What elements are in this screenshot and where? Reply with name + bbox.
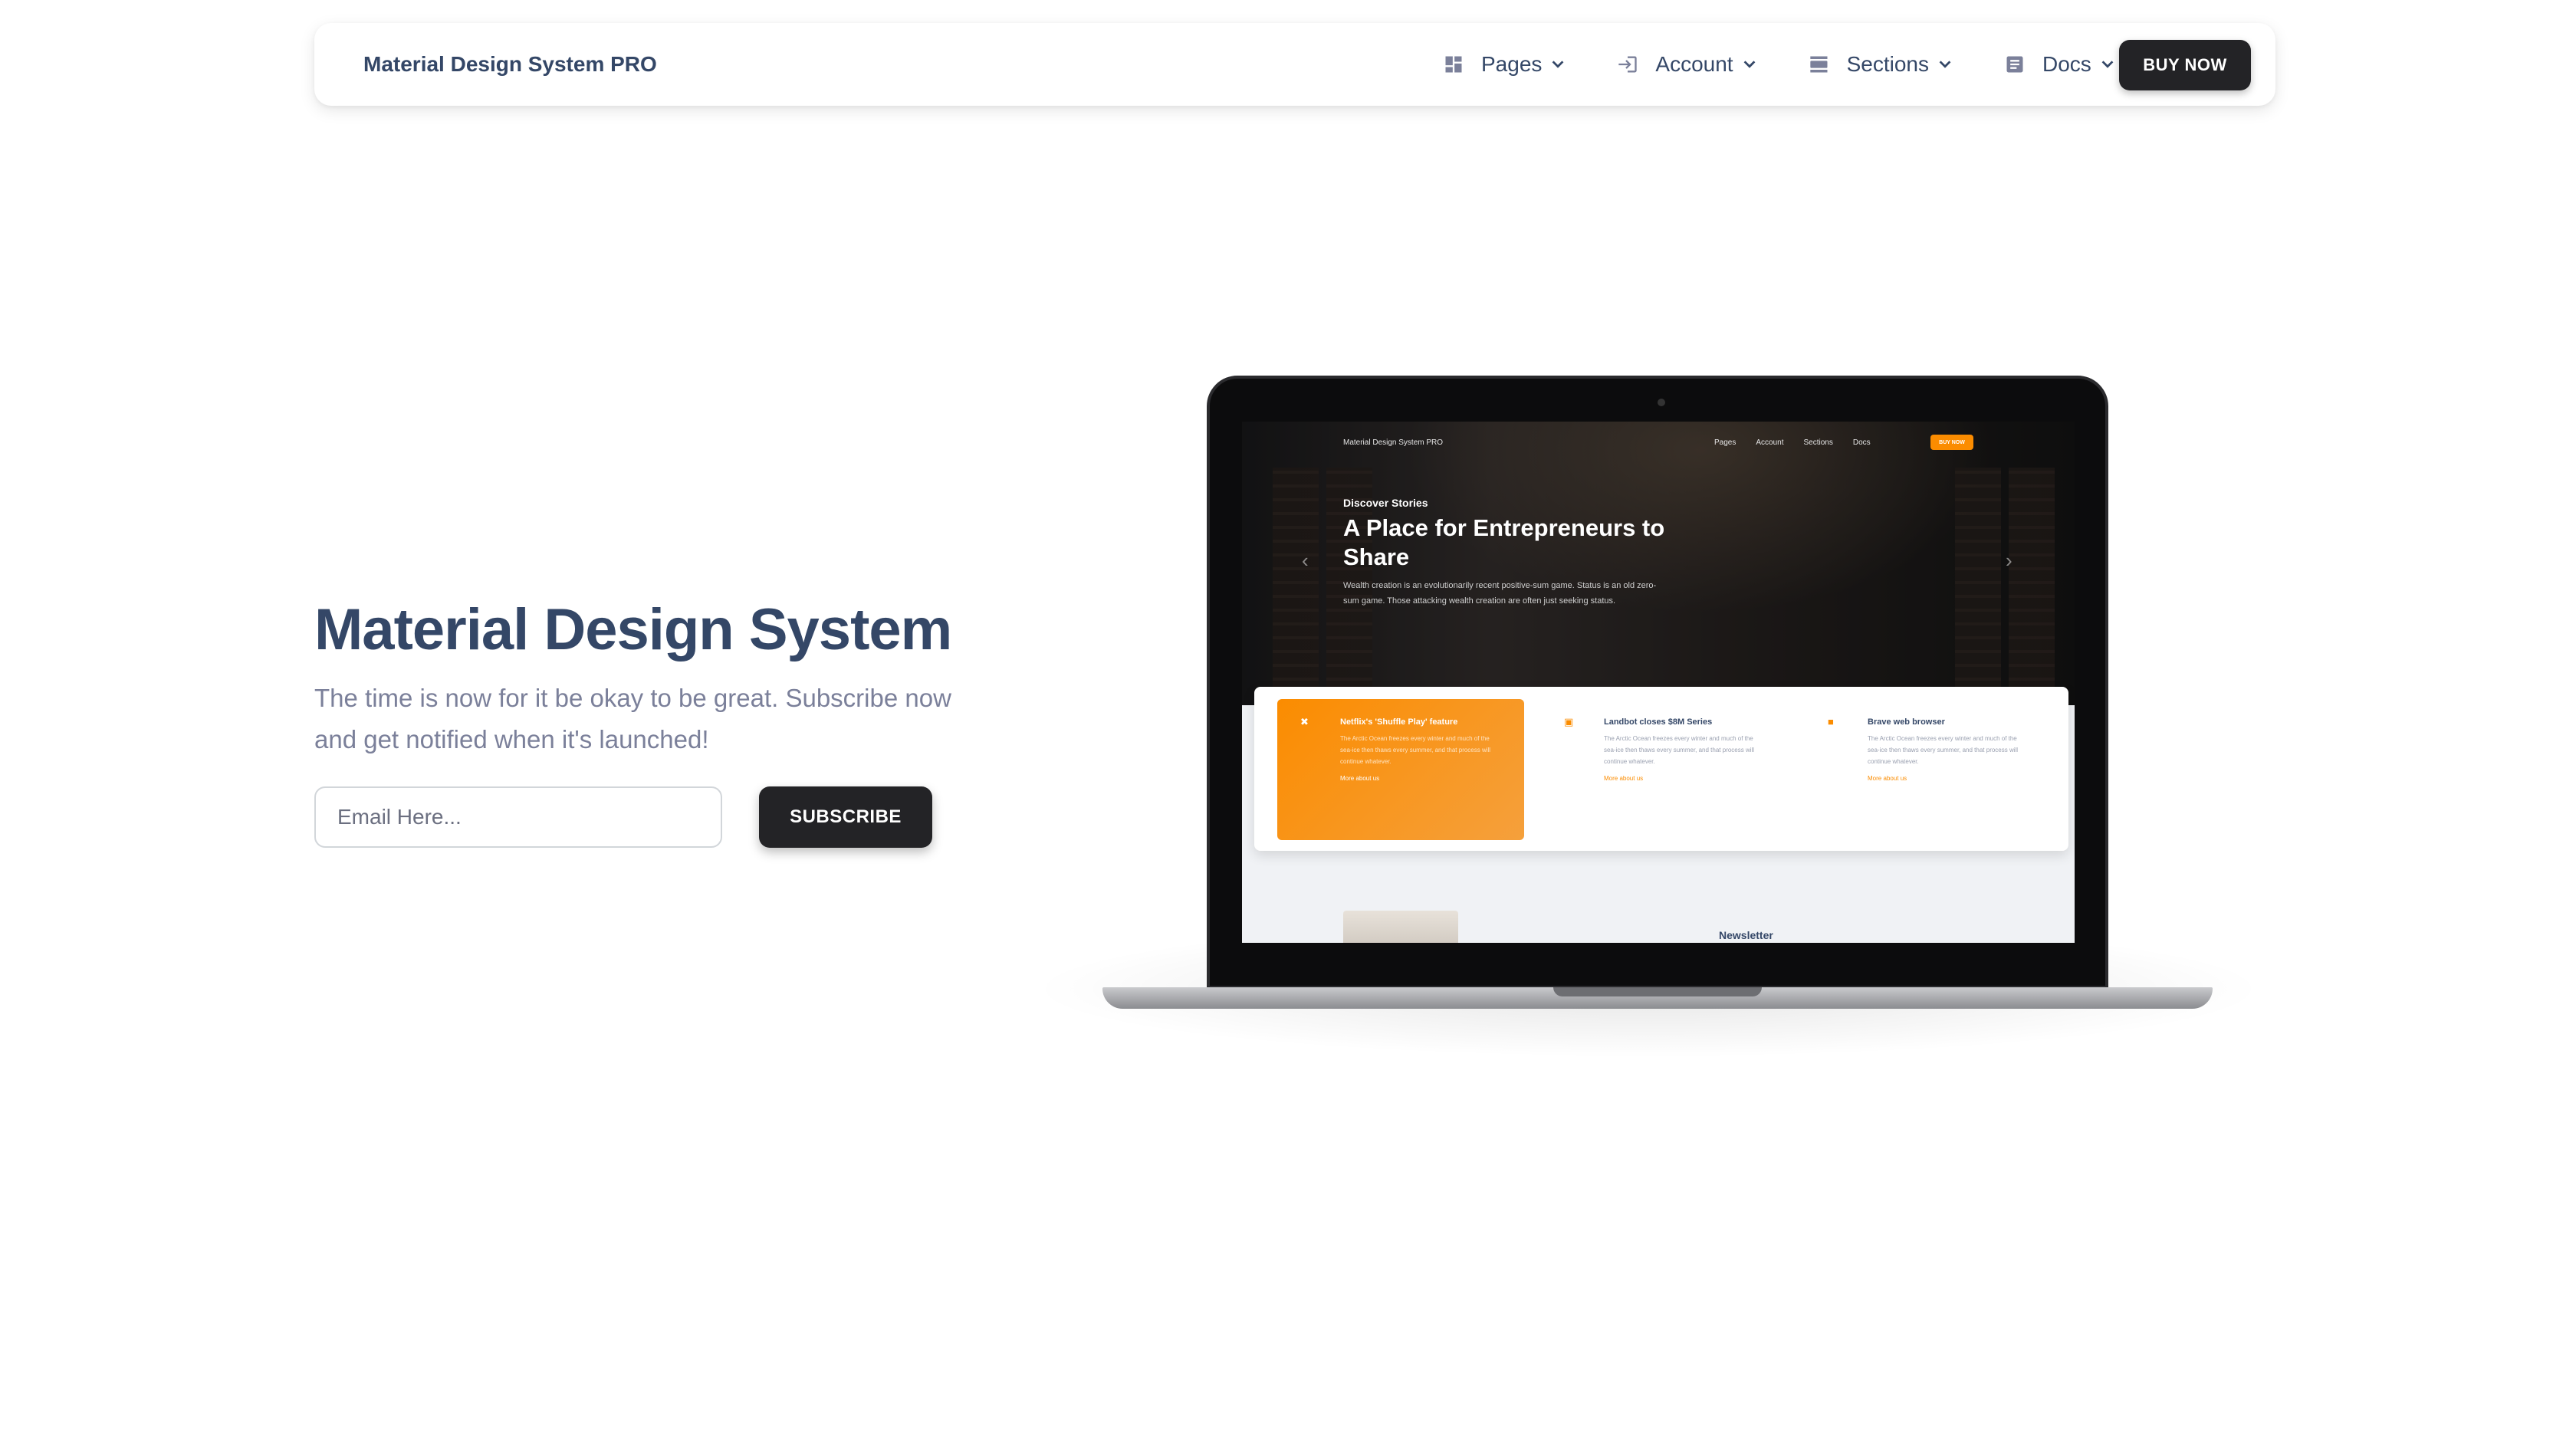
nav-item-pages[interactable]: Pages (1441, 52, 1566, 77)
preview-title: A Place for Entrepreneurs to Share (1343, 514, 1665, 570)
preview-link: Pages (1714, 438, 1737, 447)
laptop-mockup: Material Design System PRO Pages Account… (1207, 376, 2108, 989)
dashboard-grid-icon (1441, 52, 1466, 77)
chevron-right-icon: › (2006, 549, 2013, 572)
chevron-down-icon (1552, 61, 1564, 68)
brand-logo[interactable]: Material Design System PRO (363, 52, 657, 77)
subscribe-button[interactable]: SUBSCRIBE (759, 786, 932, 848)
view-day-icon (1807, 52, 1832, 77)
laptop-screen: Material Design System PRO Pages Account… (1242, 422, 2075, 943)
nav-item-sections[interactable]: Sections (1807, 52, 1953, 77)
article-icon (2003, 52, 2027, 77)
browser-icon: ■ (1828, 716, 1834, 727)
preview-hero-image: Material Design System PRO Pages Account… (1242, 422, 2075, 705)
preview-link: Sections (1803, 438, 1833, 447)
hero-title: Material Design System (314, 597, 952, 662)
nav-item-account[interactable]: Account (1615, 52, 1757, 77)
nav-item-label: Pages (1481, 52, 1543, 76)
chevron-down-icon (2101, 61, 2114, 68)
shuffle-icon: ✖ (1300, 716, 1309, 727)
card-text: The Arctic Ocean freezes every winter an… (1340, 735, 1491, 765)
preview-thumbnail (1343, 911, 1458, 943)
card-link: More about us (1604, 775, 1644, 782)
chevron-left-icon: ‹ (1302, 549, 1309, 572)
preview-eyebrow: Discover Stories (1343, 497, 1428, 509)
nav-item-docs[interactable]: Docs (2003, 52, 2116, 77)
preview-description: Wealth creation is an evolutionarily rec… (1343, 581, 1657, 606)
nav-item-label: Account (1655, 52, 1733, 76)
preview-link: Account (1756, 438, 1784, 447)
preview-links: Pages Account Sections Docs (1714, 438, 1891, 447)
card-link: More about us (1868, 775, 1907, 782)
laptop-notch (1553, 987, 1762, 996)
camera-dot (1658, 399, 1665, 406)
chevron-down-icon (1939, 61, 1951, 68)
preview-card: ▣ Landbot closes $8M Series The Arctic O… (1541, 699, 1788, 840)
card-text: The Arctic Ocean freezes every winter an… (1604, 735, 1755, 765)
card-text: The Arctic Ocean freezes every winter an… (1868, 735, 2019, 765)
preview-cards: ✖ Netflix's 'Shuffle Play' feature The A… (1254, 687, 2068, 851)
preview-card: ✖ Netflix's 'Shuffle Play' feature The A… (1277, 699, 1524, 840)
nav-links: Pages Account Sections Docs (1441, 23, 2165, 106)
preview-buy-button: BUY NOW (1930, 435, 1973, 450)
preview-card: ■ Brave web browser The Arctic Ocean fre… (1805, 699, 2052, 840)
card-title: Netflix's 'Shuffle Play' feature (1340, 717, 1458, 727)
chevron-down-icon (1743, 61, 1755, 68)
preview-link: Docs (1852, 438, 1871, 447)
hero-subtitle: The time is now for it be okay to be gre… (314, 684, 951, 753)
card-title: Brave web browser (1868, 717, 1945, 727)
preview-brand: Material Design System PRO (1343, 438, 1444, 447)
navbar: Material Design System PRO Pages Account… (314, 23, 2275, 106)
nav-item-label: Sections (1846, 52, 1929, 76)
email-input[interactable] (314, 786, 722, 848)
login-icon (1615, 52, 1640, 77)
card-link: More about us (1340, 775, 1380, 782)
buy-now-button[interactable]: BUY NOW (2119, 40, 2251, 90)
preview-navbar: Material Design System PRO Pages Account… (1242, 431, 2075, 454)
money-icon: ▣ (1564, 716, 1574, 727)
nav-item-label: Docs (2042, 52, 2091, 76)
card-title: Landbot closes $8M Series (1604, 717, 1713, 727)
preview-newsletter: Newsletter (1719, 929, 1773, 941)
